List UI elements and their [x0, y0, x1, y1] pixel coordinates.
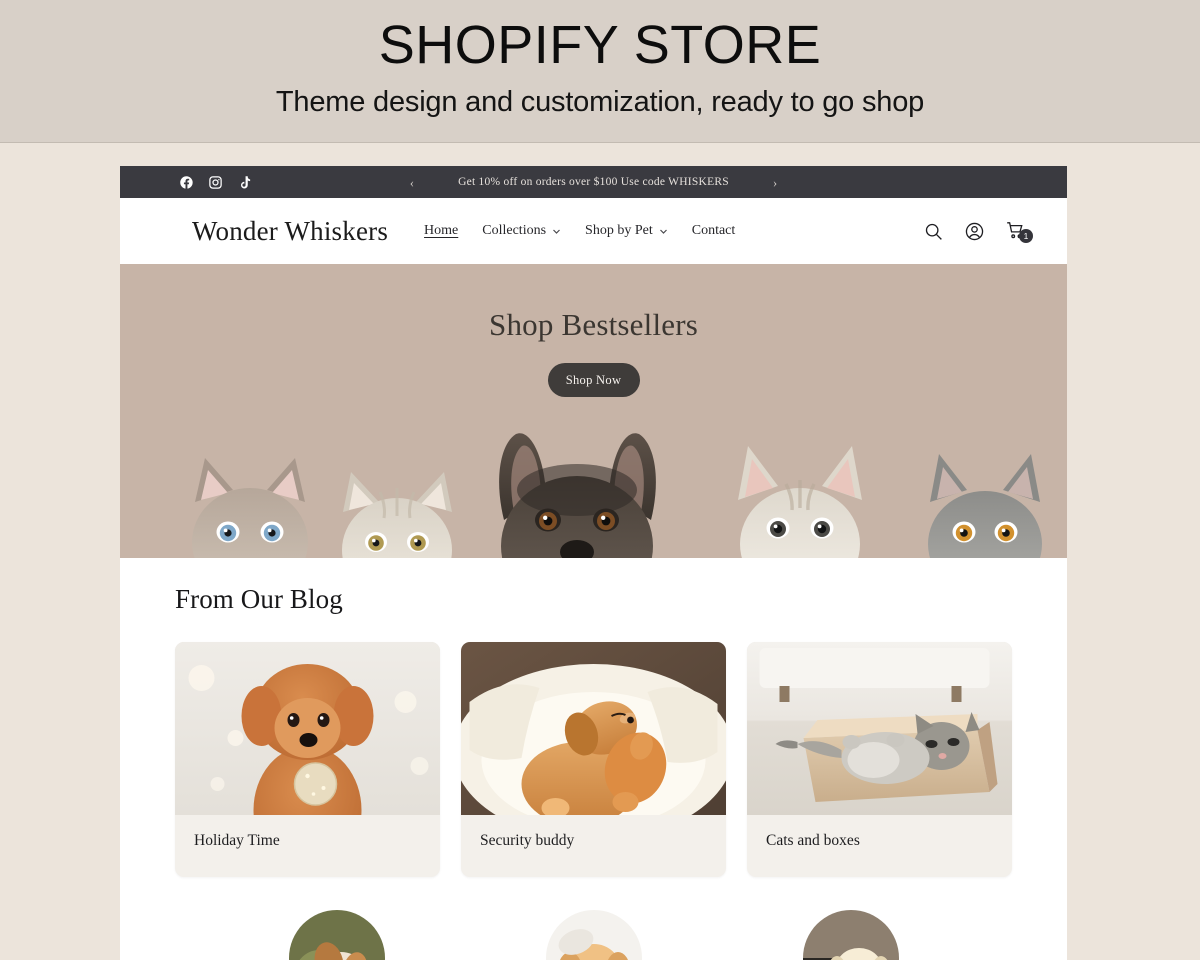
promo-title: SHOPIFY STORE — [378, 15, 822, 76]
blog-card[interactable]: Holiday Time — [175, 642, 440, 877]
facebook-icon[interactable] — [179, 175, 194, 190]
hero-title: Shop Bestsellers — [489, 307, 698, 342]
chevron-down-icon — [552, 227, 561, 236]
blog-section: From Our Blog Holiday Time Security budd… — [120, 558, 1067, 877]
grey-cat-illustration — [928, 454, 1042, 558]
store-preview-stage: ‹ Get 10% off on orders over $100 Use co… — [0, 143, 1200, 960]
promo-banner: SHOPIFY STORE Theme design and customiza… — [0, 0, 1200, 143]
blog-card-body: Holiday Time — [175, 815, 440, 877]
french-bulldog-illustration — [499, 433, 656, 558]
search-icon[interactable] — [923, 221, 944, 242]
instagram-icon[interactable] — [208, 175, 223, 190]
hero-banner: Shop Bestsellers Shop Now — [120, 264, 1067, 558]
blog-card-title: Holiday Time — [194, 832, 280, 849]
header-actions: 1 — [923, 220, 1033, 243]
nav-label: Home — [424, 223, 459, 238]
announcement-next-arrow[interactable]: › — [773, 176, 777, 189]
cream-tabby-cat-illustration — [342, 472, 452, 558]
testimonial-avatars — [120, 877, 1067, 960]
blog-card[interactable]: Security buddy — [461, 642, 726, 877]
blog-card-body: Cats and boxes — [747, 815, 1012, 877]
nav-item-shop-by-pet[interactable]: Shop by Pet — [585, 223, 668, 239]
nav-label: Collections — [482, 223, 547, 238]
nav-item-collections[interactable]: Collections — [482, 223, 561, 239]
main-navigation: Home Collections Shop by Pet Contact — [424, 223, 735, 239]
nav-label: Shop by Pet — [585, 223, 653, 238]
hero-content: Shop Bestsellers Shop Now — [120, 264, 1067, 397]
announcement-prev-arrow[interactable]: ‹ — [410, 176, 414, 189]
blog-heading: From Our Blog — [175, 584, 343, 614]
account-icon[interactable] — [964, 221, 985, 242]
blog-card-title: Cats and boxes — [766, 832, 860, 849]
site-header: Wonder Whiskers Home Collections Shop by… — [120, 198, 1067, 264]
cart-button[interactable]: 1 — [1005, 220, 1033, 243]
nav-label: Contact — [691, 223, 736, 238]
nav-item-home[interactable]: Home — [424, 223, 458, 239]
tiktok-icon[interactable] — [237, 175, 252, 190]
nav-item-contact[interactable]: Contact — [692, 223, 736, 239]
blog-card-title: Security buddy — [480, 832, 575, 849]
social-links — [179, 175, 252, 190]
dog-portrait-avatar-3[interactable] — [802, 910, 899, 960]
chevron-down-icon — [659, 227, 668, 236]
cart-count-badge: 1 — [1019, 229, 1033, 243]
blog-card-body: Security buddy — [461, 815, 726, 877]
dog-portrait-avatar-1[interactable] — [288, 910, 385, 960]
announcement-bar: ‹ Get 10% off on orders over $100 Use co… — [120, 166, 1067, 198]
storefront-window: ‹ Get 10% off on orders over $100 Use co… — [120, 166, 1067, 960]
hero-pets-image — [120, 428, 1067, 558]
dog-portrait-avatar-2[interactable] — [545, 910, 642, 960]
white-kitten-illustration — [738, 446, 862, 558]
site-logo[interactable]: Wonder Whiskers — [192, 216, 388, 247]
poodle-with-ornament-photo — [175, 642, 440, 815]
announcement-text: Get 10% off on orders over $100 Use code… — [458, 176, 729, 188]
blog-card[interactable]: Cats and boxes — [747, 642, 1012, 877]
blog-card-list: Holiday Time Security buddy Cats and box… — [175, 642, 1012, 877]
promo-subtitle: Theme design and customization, ready to… — [275, 85, 925, 118]
shop-now-button[interactable]: Shop Now — [547, 363, 640, 397]
cat-in-cardboard-box-photo — [747, 642, 1012, 815]
siamese-cat-illustration — [192, 458, 308, 558]
puppy-with-plush-toy-photo — [461, 642, 726, 815]
announcement-carousel: ‹ Get 10% off on orders over $100 Use co… — [120, 176, 1067, 189]
